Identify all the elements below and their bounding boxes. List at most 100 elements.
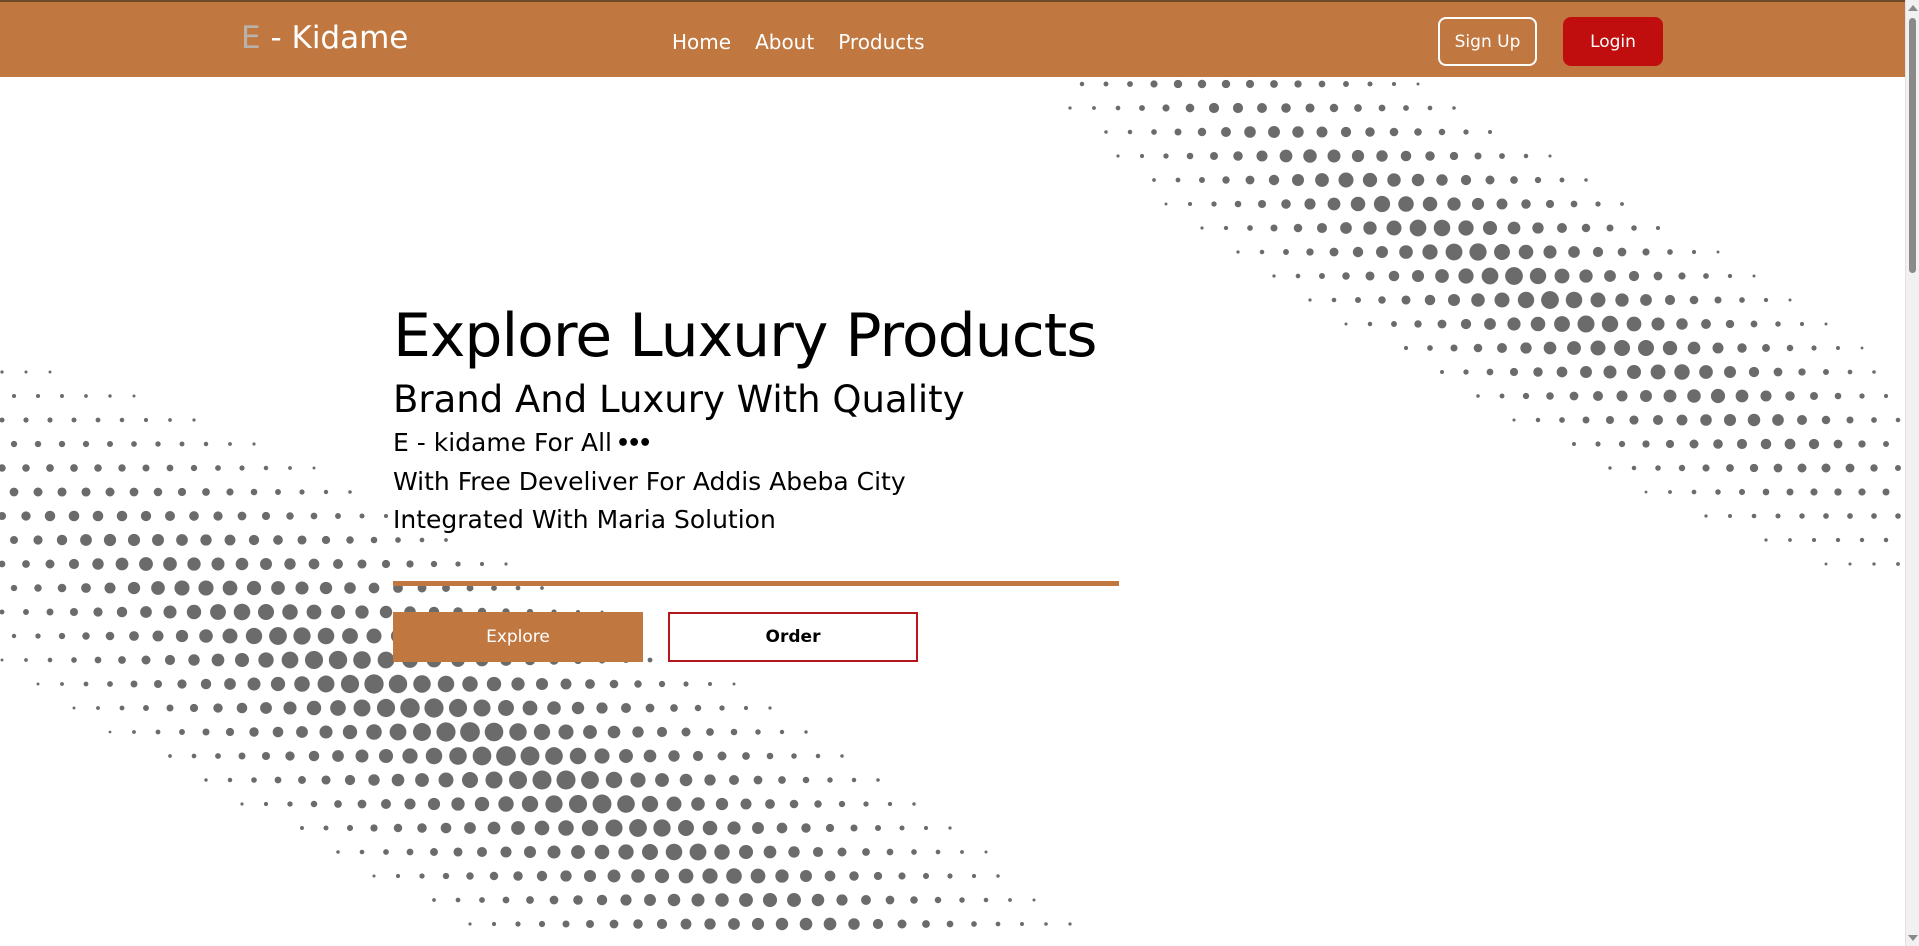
halftone-dot: [1749, 463, 1759, 473]
halftone-dot: [353, 651, 371, 669]
scroll-thumb[interactable]: [1909, 18, 1916, 273]
nav-link-home[interactable]: Home: [672, 24, 743, 60]
halftone-dot: [355, 749, 369, 763]
halftone-dot: [342, 724, 358, 740]
halftone-dot: [1365, 127, 1375, 137]
halftone-dot: [1871, 417, 1877, 423]
halftone-dot: [1447, 197, 1461, 211]
halftone-dot: [1532, 222, 1544, 234]
halftone-dot: [1590, 340, 1606, 356]
halftone-dot: [633, 919, 643, 929]
halftone-dot: [848, 918, 860, 930]
halftone-dot: [498, 700, 514, 716]
halftone-dot: [836, 894, 848, 906]
halftone-dot: [837, 847, 847, 857]
halftone-dot: [317, 675, 335, 693]
halftone-dot: [132, 394, 136, 398]
order-button[interactable]: Order: [668, 612, 918, 662]
halftone-dot: [874, 824, 882, 832]
halftone-dot: [139, 557, 153, 571]
halftone-dot: [438, 772, 454, 788]
halftone-dot: [1244, 126, 1256, 138]
halftone-dot: [476, 846, 488, 858]
sign-up-button[interactable]: Sign Up: [1438, 17, 1537, 66]
halftone-dot: [1796, 414, 1808, 426]
halftone-dot: [571, 701, 585, 715]
hero-section: Explore Luxury Products Brand And Luxury…: [393, 296, 1133, 539]
halftone-dot: [655, 773, 669, 787]
halftone-dot: [1521, 199, 1531, 209]
halftone-dot: [1582, 416, 1590, 424]
halftone-dot: [177, 487, 187, 497]
halftone-dot: [1640, 294, 1652, 306]
login-button[interactable]: Login: [1563, 17, 1663, 66]
halftone-dot: [619, 749, 633, 763]
hero-integration-text: Integrated With Maria Solution: [393, 505, 776, 534]
halftone-dot: [56, 534, 68, 546]
halftone-dot: [1655, 465, 1661, 471]
halftone-dot: [922, 920, 930, 928]
halftone-dot: [294, 676, 310, 692]
brand-letter: E: [241, 20, 261, 56]
halftone-dot: [1554, 316, 1570, 332]
halftone-dot: [1344, 322, 1348, 326]
hero-tagline-text: E - kidame For All: [393, 428, 613, 457]
brand-logo[interactable]: E - Kidame: [241, 18, 408, 58]
halftone-dot: [1398, 196, 1414, 212]
halftone-dot: [1512, 418, 1516, 422]
halftone-dot: [273, 535, 283, 545]
halftone-dot: [1848, 562, 1852, 566]
halftone-dot: [1557, 223, 1567, 233]
scroll-down-arrow-icon[interactable]: [1908, 935, 1918, 941]
halftone-dot: [213, 511, 223, 521]
hero-title: Explore Luxury Products: [393, 301, 1097, 371]
halftone-dot: [1713, 439, 1723, 449]
halftone-dot: [667, 893, 681, 907]
halftone-dot: [35, 633, 41, 639]
halftone-dot: [1387, 173, 1401, 187]
halftone-dot: [81, 583, 91, 593]
halftone-dot: [1541, 291, 1559, 309]
halftone-dot: [33, 487, 43, 497]
halftone-dot: [1627, 365, 1641, 379]
halftone-dot: [1400, 150, 1412, 162]
nav-link-products[interactable]: Products: [826, 24, 936, 60]
halftone-dot: [333, 559, 343, 569]
halftone-dot: [1833, 439, 1843, 449]
halftone-dot: [413, 675, 431, 693]
page-scrollbar[interactable]: [1905, 0, 1919, 946]
halftone-dot: [94, 464, 102, 472]
halftone-dot: [569, 747, 587, 765]
halftone-dot: [251, 777, 257, 783]
halftone-dot: [306, 700, 322, 716]
halftone-dot: [1764, 538, 1768, 542]
halftone-dot: [491, 921, 497, 927]
halftone-dot: [1747, 413, 1761, 427]
halftone-dot: [1164, 202, 1168, 206]
halftone-dot: [715, 893, 729, 907]
halftone-dot: [275, 489, 281, 495]
halftone-dot: [58, 632, 66, 640]
explore-button[interactable]: Explore: [393, 612, 643, 662]
halftone-dot: [851, 777, 857, 783]
halftone-dot: [1449, 151, 1459, 161]
halftone-dot: [402, 748, 418, 764]
halftone-dot: [1433, 219, 1451, 237]
halftone-dot: [415, 773, 429, 787]
halftone-dot: [1279, 149, 1293, 163]
halftone-dot: [799, 917, 813, 931]
halftone-dot: [1667, 249, 1673, 255]
halftone-dot: [523, 845, 537, 859]
nav-link-about[interactable]: About: [743, 24, 826, 60]
halftone-dot: [140, 606, 152, 618]
halftone-dot: [1272, 274, 1276, 278]
halftone-dot: [57, 487, 67, 497]
halftone-dot: [1362, 172, 1378, 188]
halftone-dot: [556, 770, 576, 790]
halftone-dot: [1603, 365, 1617, 379]
halftone-dot: [1834, 488, 1842, 496]
scroll-up-arrow-icon[interactable]: [1908, 5, 1918, 11]
halftone-dot: [328, 650, 348, 670]
halftone-dot: [1291, 173, 1305, 187]
halftone-dot: [983, 897, 989, 903]
